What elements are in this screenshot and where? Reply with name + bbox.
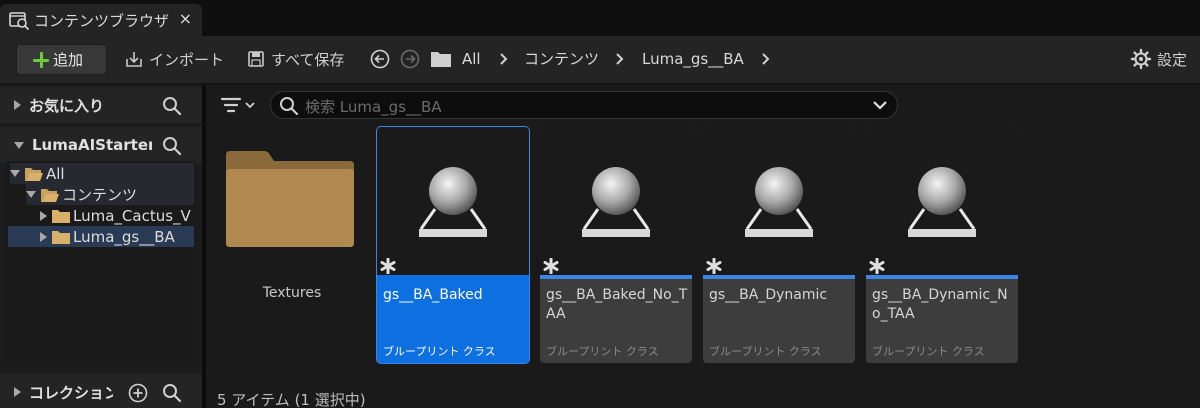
add-button[interactable]: 追加 [16, 44, 107, 75]
collapse-arrow-icon[interactable] [40, 210, 47, 221]
favorites-header[interactable]: お気に入り [0, 87, 202, 123]
search-icon[interactable] [162, 96, 182, 116]
tab-title: コンテンツブラウザ [34, 11, 170, 30]
collapse-arrow-icon[interactable] [14, 100, 21, 110]
modified-asterisk-icon [380, 258, 396, 274]
close-icon[interactable]: × [179, 9, 192, 28]
asset-thumbnail [703, 127, 855, 275]
tree-item-luma-gs-ba[interactable]: Luma_gs__BA [8, 226, 194, 247]
chevron-down-icon[interactable] [873, 99, 887, 111]
filter-icon[interactable] [220, 94, 260, 116]
expand-arrow-icon[interactable] [14, 141, 24, 149]
back-icon[interactable] [370, 49, 390, 69]
chevron-right-icon[interactable] [760, 49, 772, 69]
asset-view: 検索 Luma_gs__BA Textures gs__BA_Baked ブルー… [206, 85, 1200, 408]
folder-icon [226, 151, 354, 247]
save-all-label: すべて保存 [271, 50, 345, 69]
add-circle-icon[interactable] [128, 383, 148, 403]
folder-icon [52, 209, 70, 223]
gear-icon [1130, 48, 1152, 70]
modified-asterisk-icon [543, 258, 559, 274]
item-count-status: 5 アイテム (1 選択中) [217, 391, 366, 408]
search-placeholder: 検索 Luma_gs__BA [305, 98, 442, 116]
folder-icon [52, 230, 70, 244]
tree-label: コンテンツ [62, 186, 138, 204]
asset-type: ブループリント クラス [872, 345, 985, 358]
project-label: LumaAIStarterP [32, 136, 152, 154]
asset-tile-gs-ba-dynamic-no-taa[interactable]: gs__BA_Dynamic_No_TAA ブループリント クラス [866, 127, 1018, 363]
modified-asterisk-icon [706, 258, 722, 274]
asset-type: ブループリント クラス [383, 345, 496, 358]
import-label: インポート [149, 50, 225, 69]
favorites-label: お気に入り [29, 96, 105, 115]
asset-type-stripe [540, 275, 692, 279]
blueprint-sphere-icon [908, 167, 976, 237]
asset-name: Textures [262, 285, 322, 301]
tree-label: Luma_gs__BA [73, 227, 175, 246]
asset-type-stripe [866, 275, 1018, 279]
toolbar: 追加 インポート すべて保存 All コンテンツ Luma_gs__BA 設定 [0, 36, 1200, 84]
folder-icon [431, 52, 451, 67]
tree-item-all[interactable]: All [10, 163, 194, 184]
asset-thumbnail [377, 127, 529, 275]
collapse-arrow-icon[interactable] [14, 387, 21, 397]
settings-label: 設定 [1157, 50, 1188, 69]
chevron-right-icon[interactable] [498, 49, 510, 69]
project-header[interactable]: LumaAIStarterP [0, 127, 202, 163]
import-icon [126, 52, 142, 67]
asset-type: ブループリント クラス [546, 345, 659, 358]
collections-header[interactable]: コレクション [0, 374, 202, 408]
collapse-arrow-icon[interactable] [40, 231, 47, 242]
asset-name: gs__BA_Baked [383, 287, 483, 303]
folder-open-icon [25, 167, 43, 181]
blueprint-sphere-icon [582, 167, 650, 237]
asset-thumbnail [866, 127, 1018, 275]
tree-item-contents[interactable]: コンテンツ [26, 184, 194, 205]
asset-name: gs__BA_Dynamic_No_TAA [872, 287, 1008, 322]
folder-open-icon [41, 188, 59, 202]
modified-asterisk-icon [869, 258, 885, 274]
breadcrumb-contents[interactable]: コンテンツ [524, 48, 599, 70]
asset-tile-gs-ba-dynamic[interactable]: gs__BA_Dynamic ブループリント クラス [703, 127, 855, 363]
asset-name: gs__BA_Baked_No_TAA [546, 287, 688, 322]
search-icon [280, 97, 299, 116]
settings-button[interactable]: 設定 [1130, 48, 1187, 70]
add-button-label: 追加 [53, 51, 84, 69]
tree-label: All [46, 164, 65, 183]
asset-type: ブループリント クラス [709, 345, 822, 358]
content-browser-icon [9, 12, 29, 30]
chevron-right-icon[interactable] [614, 49, 626, 69]
asset-tile-gs-ba-baked[interactable]: gs__BA_Baked ブループリント クラス [376, 126, 530, 364]
folder-tree: All コンテンツ Luma_Cactus_V Luma_gs__BA [6, 161, 196, 361]
tree-label: Luma_Cactus_V [73, 206, 191, 225]
search-icon[interactable] [162, 383, 182, 403]
folder-tile-textures[interactable]: Textures [216, 127, 368, 362]
blueprint-sphere-icon [745, 167, 813, 237]
search-icon[interactable] [162, 136, 182, 156]
save-icon [248, 51, 264, 67]
asset-name: gs__BA_Dynamic [709, 287, 828, 303]
search-input[interactable]: 検索 Luma_gs__BA [270, 91, 898, 119]
tab-content-browser[interactable]: コンテンツブラウザ × [0, 4, 202, 36]
breadcrumb-all[interactable]: All [462, 48, 481, 70]
sidebar: お気に入り LumaAIStarterP All [0, 85, 202, 408]
expand-arrow-icon[interactable] [10, 170, 20, 177]
asset-thumbnail [540, 127, 692, 275]
asset-type-stripe [377, 275, 529, 279]
asset-type-stripe [703, 275, 855, 279]
save-all-button[interactable]: すべて保存 [246, 48, 344, 70]
asset-tile-gs-ba-baked-no-taa[interactable]: gs__BA_Baked_No_TAA ブループリント クラス [540, 127, 692, 363]
import-button[interactable]: インポート [124, 48, 224, 70]
expand-arrow-icon[interactable] [26, 191, 36, 198]
collections-label: コレクション [29, 383, 113, 402]
forward-icon[interactable] [400, 49, 420, 69]
plus-icon [33, 51, 49, 68]
blueprint-sphere-icon [419, 167, 487, 237]
breadcrumb-current[interactable]: Luma_gs__BA [642, 48, 744, 70]
tree-item-luma-cactus[interactable]: Luma_Cactus_V [40, 205, 196, 226]
tab-strip: コンテンツブラウザ × [0, 0, 1200, 36]
